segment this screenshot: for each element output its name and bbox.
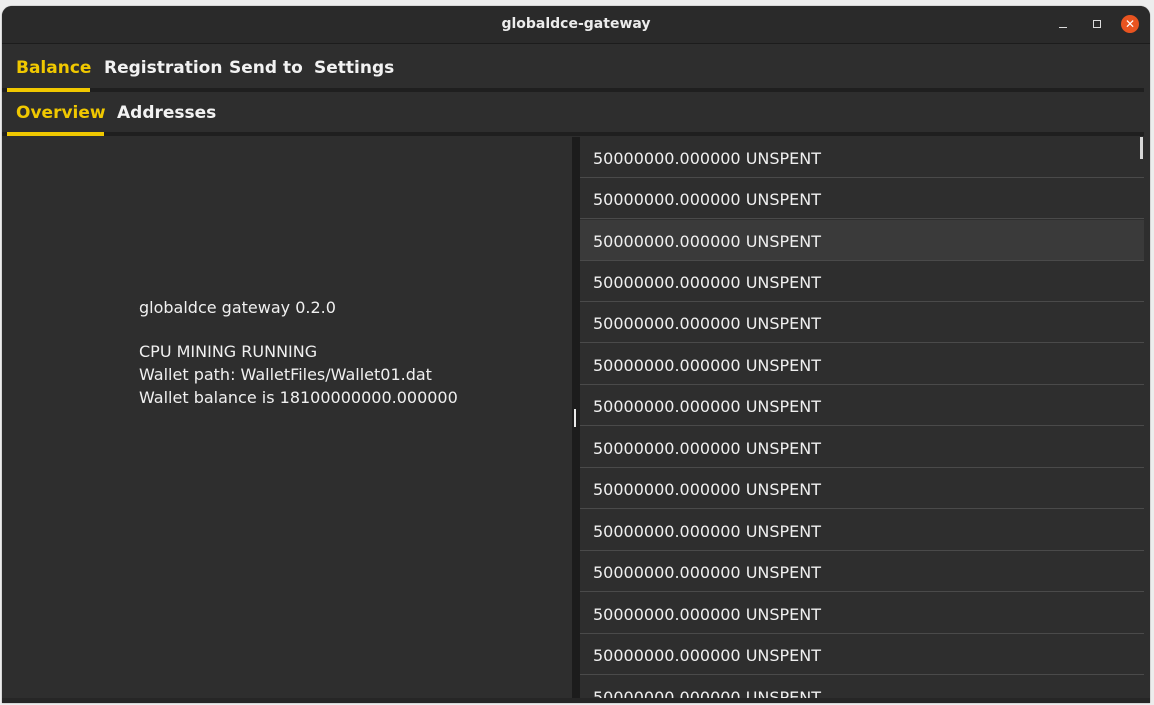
list-item[interactable]: 50000000.000000 UNSPENT bbox=[580, 634, 1144, 675]
close-icon[interactable]: ✕ bbox=[1121, 15, 1139, 33]
list-item[interactable]: 50000000.000000 UNSPENT bbox=[580, 427, 1144, 468]
list-item[interactable]: 50000000.000000 UNSPENT bbox=[580, 302, 1144, 343]
list-item[interactable]: 50000000.000000 UNSPENT bbox=[580, 468, 1144, 509]
list-item[interactable]: 50000000.000000 UNSPENT bbox=[580, 551, 1144, 592]
list-item[interactable]: 50000000.000000 UNSPENT bbox=[580, 137, 1144, 178]
tab-balance[interactable]: Balance bbox=[16, 58, 91, 78]
list-item[interactable]: 50000000.000000 UNSPENT bbox=[580, 344, 1144, 385]
list-item[interactable]: 50000000.000000 UNSPENT bbox=[580, 178, 1144, 219]
list-item[interactable]: 50000000.000000 UNSPENT bbox=[580, 261, 1144, 302]
list-item[interactable]: 50000000.000000 UNSPENT bbox=[580, 593, 1144, 634]
tab-send-to[interactable]: Send to bbox=[229, 58, 303, 78]
title-bar[interactable]: globaldce-gateway ✕ bbox=[2, 6, 1150, 44]
overview-panel: globaldce gateway 0.2.0 CPU MINING RUNNI… bbox=[2, 137, 572, 703]
active-subtab-indicator bbox=[7, 132, 104, 136]
minimize-icon[interactable] bbox=[1054, 15, 1072, 33]
version-text: globaldce gateway 0.2.0 bbox=[139, 298, 336, 317]
maximize-icon[interactable] bbox=[1088, 15, 1106, 33]
wallet-path-text: Wallet path: WalletFiles/Wallet01.dat bbox=[139, 365, 432, 384]
mining-status-text: CPU MINING RUNNING bbox=[139, 342, 318, 361]
window-title: globaldce-gateway bbox=[501, 16, 651, 32]
main-tab-divider bbox=[2, 88, 1144, 92]
list-scrollbar[interactable] bbox=[1140, 137, 1143, 159]
wallet-balance-text: Wallet balance is 18100000000.000000 bbox=[139, 388, 458, 407]
list-item[interactable]: 50000000.000000 UNSPENT bbox=[580, 385, 1144, 426]
list-item[interactable]: 50000000.000000 UNSPENT bbox=[580, 510, 1144, 551]
sub-tab-divider bbox=[2, 132, 1144, 136]
app-window: globaldce-gateway ✕ Balance Registration… bbox=[2, 6, 1150, 703]
outputs-list[interactable]: 50000000.000000 UNSPENT 50000000.000000 … bbox=[580, 137, 1144, 698]
panel-splitter[interactable] bbox=[572, 137, 580, 698]
bottom-edge bbox=[2, 698, 1150, 703]
tab-settings[interactable]: Settings bbox=[314, 58, 394, 78]
tab-addresses[interactable]: Addresses bbox=[117, 103, 216, 123]
list-item[interactable]: 50000000.000000 UNSPENT bbox=[580, 220, 1144, 261]
splitter-handle[interactable] bbox=[574, 409, 576, 427]
tab-registration[interactable]: Registration bbox=[104, 58, 222, 78]
list-item[interactable]: 50000000.000000 UNSPENT bbox=[580, 676, 1144, 698]
tab-overview[interactable]: Overview bbox=[16, 103, 106, 123]
active-tab-indicator bbox=[7, 88, 90, 92]
